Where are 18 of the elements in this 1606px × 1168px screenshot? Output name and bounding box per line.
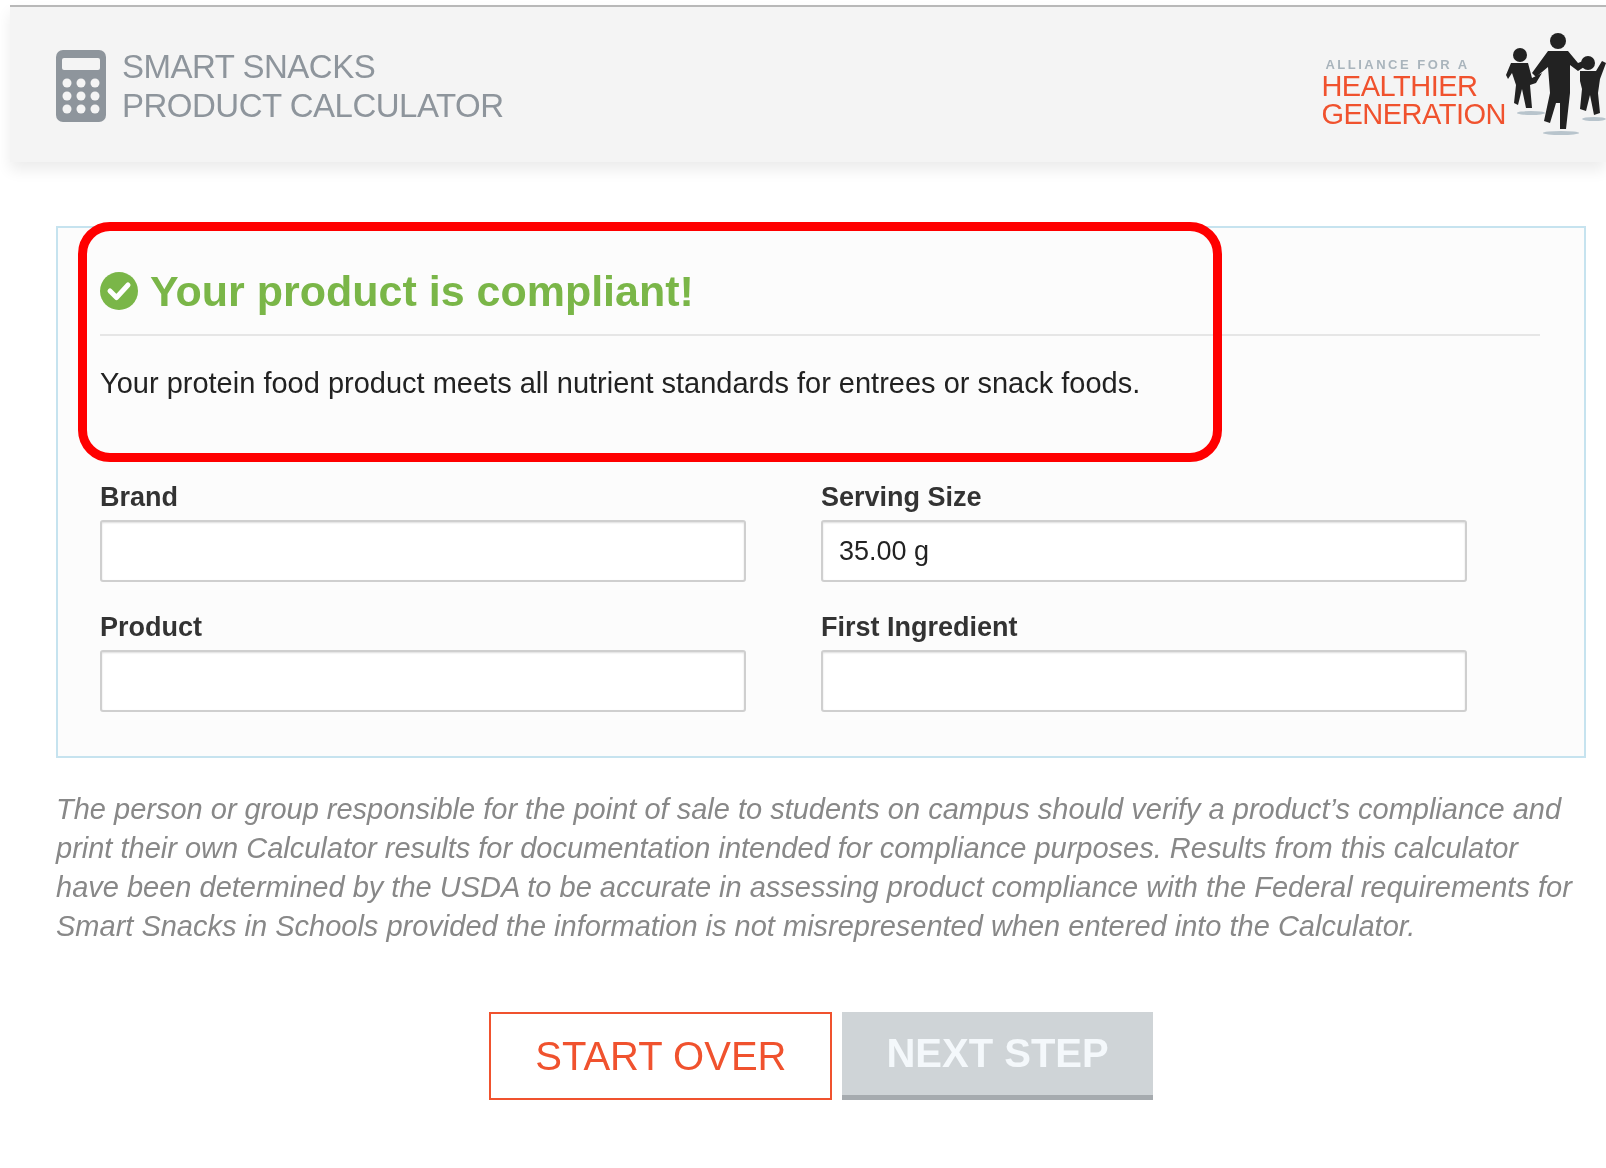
result-message: Your protein food product meets all nutrient standards for entrees or snack foods. [100, 366, 1142, 400]
field-label: Product [100, 611, 203, 644]
logo-name: HEALTHIER [1321, 71, 1479, 100]
input-field[interactable]: 35.00 g [821, 520, 1467, 582]
start-over-button[interactable]: START OVER [489, 1012, 833, 1100]
calculator-icon [56, 49, 106, 122]
input-field[interactable] [100, 650, 746, 712]
field-label: Brand [100, 481, 179, 514]
app-title: PRODUCT CALCULATOR [122, 85, 504, 125]
logo-tagline: ALLIANCE FOR A [1325, 56, 1471, 72]
app-title: SMART SNACKS [122, 46, 377, 86]
input-field[interactable] [100, 520, 746, 582]
field-label: Serving Size [821, 481, 983, 514]
disclaimer-text: The person or group responsible for the point of sale to students on campus should verify a product’s compliance and print their own Calculator results for documentation intended for compliance purposes. Results from this calculator have been determined by the USDA to be accurate in assessing product compliance with the Federal requirements for Smart Snacks in Schools provided the information is not misrepresented when entered into the Calculator. [56, 792, 1574, 944]
logo-name: GENERATION [1321, 99, 1506, 128]
result-title: Your product is compliant! [150, 266, 694, 316]
field-label: First Ingredient [821, 611, 1019, 644]
input-field[interactable] [821, 650, 1467, 712]
